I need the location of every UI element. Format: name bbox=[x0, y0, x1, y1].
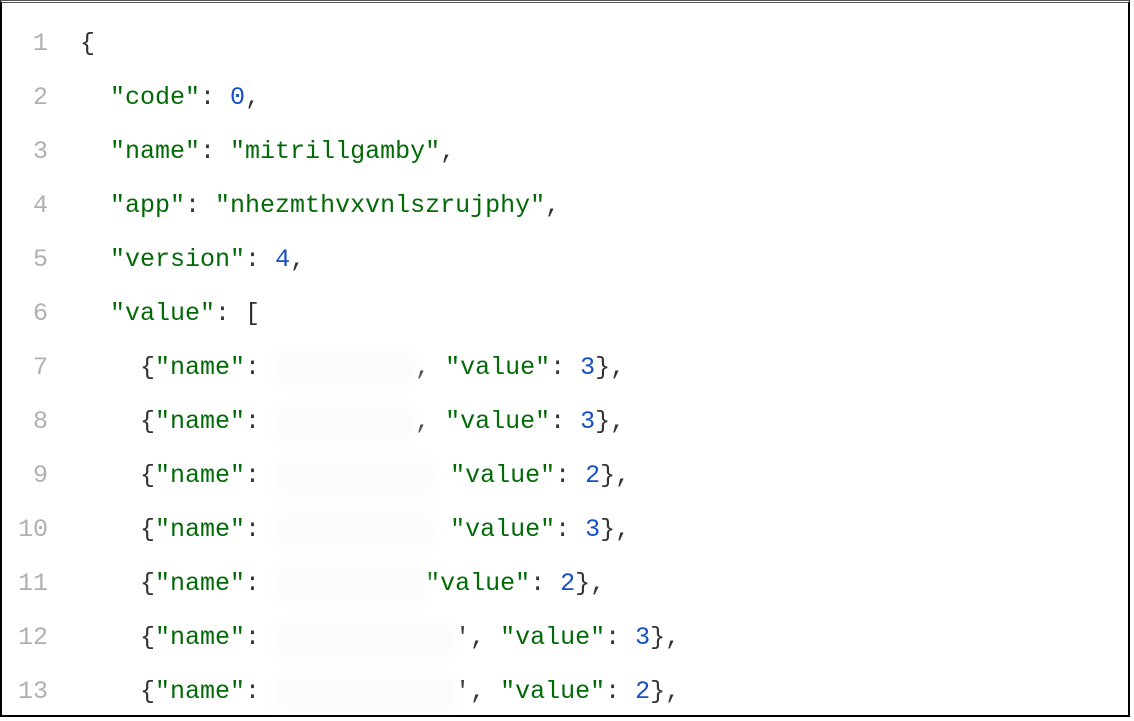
line-number: 6 bbox=[2, 287, 48, 341]
line-number: 12 bbox=[2, 611, 48, 665]
line-number: 3 bbox=[2, 125, 48, 179]
code-line: {"name": ', "value": 2}, bbox=[80, 665, 1128, 717]
code-line: {"name": "value": 2}, bbox=[80, 449, 1128, 503]
json-key: "value" bbox=[110, 299, 215, 328]
code-body[interactable]: { "code": 0, "name": "mitrillgamby", "ap… bbox=[62, 3, 1128, 715]
trail: }, bbox=[575, 569, 605, 598]
json-number: 0 bbox=[230, 83, 245, 112]
json-number: 3 bbox=[635, 623, 650, 652]
trail: }, bbox=[650, 677, 680, 706]
json-key: "value" bbox=[445, 353, 550, 382]
json-key: "version" bbox=[110, 245, 245, 274]
json-key: "name" bbox=[155, 623, 245, 652]
code-line: {"name": "value": 2}, bbox=[80, 557, 1128, 611]
trail: }, bbox=[595, 353, 625, 382]
code-editor-frame: 1 2 3 4 5 6 7 8 9 10 11 12 13 { "code": … bbox=[0, 0, 1130, 717]
redacted-value bbox=[275, 406, 415, 440]
trail: }, bbox=[600, 515, 630, 544]
json-number: 3 bbox=[580, 353, 595, 382]
line-number: 5 bbox=[2, 233, 48, 287]
redacted-value bbox=[275, 622, 455, 656]
redacted-value bbox=[275, 514, 435, 548]
trail: }, bbox=[600, 461, 630, 490]
code-line: "app": "nhezmthvxvnlszrujphy", bbox=[80, 179, 1128, 233]
json-number: 3 bbox=[585, 515, 600, 544]
separator: ', bbox=[455, 623, 500, 652]
line-number: 1 bbox=[2, 17, 48, 71]
json-number: 2 bbox=[635, 677, 650, 706]
separator: , bbox=[415, 353, 445, 382]
redacted-value bbox=[275, 352, 415, 386]
trail: }, bbox=[650, 623, 680, 652]
trail: }, bbox=[595, 407, 625, 436]
redacted-value bbox=[275, 568, 425, 602]
json-key: "app" bbox=[110, 191, 185, 220]
code-line: "version": 4, bbox=[80, 233, 1128, 287]
json-number: 2 bbox=[560, 569, 575, 598]
code-line: "name": "mitrillgamby", bbox=[80, 125, 1128, 179]
line-number: 13 bbox=[2, 665, 48, 717]
separator bbox=[435, 515, 450, 544]
json-number: 4 bbox=[275, 245, 290, 274]
json-key: "name" bbox=[155, 515, 245, 544]
redacted-value bbox=[275, 676, 455, 710]
json-key: "name" bbox=[110, 137, 200, 166]
json-key: "name" bbox=[155, 353, 245, 382]
line-number: 7 bbox=[2, 341, 48, 395]
code-container: 1 2 3 4 5 6 7 8 9 10 11 12 13 { "code": … bbox=[2, 3, 1128, 715]
json-key: "value" bbox=[500, 623, 605, 652]
json-key: "name" bbox=[155, 569, 245, 598]
code-line: { bbox=[80, 17, 1128, 71]
redacted-value bbox=[275, 460, 435, 494]
separator: , bbox=[415, 407, 445, 436]
line-number-gutter: 1 2 3 4 5 6 7 8 9 10 11 12 13 bbox=[2, 3, 62, 715]
code-line: "code": 0, bbox=[80, 71, 1128, 125]
line-number: 10 bbox=[2, 503, 48, 557]
json-key: "value" bbox=[450, 461, 555, 490]
json-key: "code" bbox=[110, 83, 200, 112]
json-number: 3 bbox=[580, 407, 595, 436]
json-key: "value" bbox=[500, 677, 605, 706]
separator: ', bbox=[455, 677, 500, 706]
json-key: "name" bbox=[155, 407, 245, 436]
line-number: 11 bbox=[2, 557, 48, 611]
line-number: 4 bbox=[2, 179, 48, 233]
json-key: "value" bbox=[425, 569, 530, 598]
line-number: 9 bbox=[2, 449, 48, 503]
code-line: {"name": , "value": 3}, bbox=[80, 395, 1128, 449]
json-string: "mitrillgamby" bbox=[230, 137, 440, 166]
code-line: "value": [ bbox=[80, 287, 1128, 341]
line-number: 2 bbox=[2, 71, 48, 125]
json-key: "name" bbox=[155, 461, 245, 490]
json-key: "name" bbox=[155, 677, 245, 706]
json-string: "nhezmthvxvnlszrujphy" bbox=[215, 191, 545, 220]
separator bbox=[435, 461, 450, 490]
code-line: {"name": , "value": 3}, bbox=[80, 341, 1128, 395]
json-key: "value" bbox=[450, 515, 555, 544]
code-line: {"name": ', "value": 3}, bbox=[80, 611, 1128, 665]
code-line: {"name": "value": 3}, bbox=[80, 503, 1128, 557]
json-number: 2 bbox=[585, 461, 600, 490]
line-number: 8 bbox=[2, 395, 48, 449]
json-key: "value" bbox=[445, 407, 550, 436]
